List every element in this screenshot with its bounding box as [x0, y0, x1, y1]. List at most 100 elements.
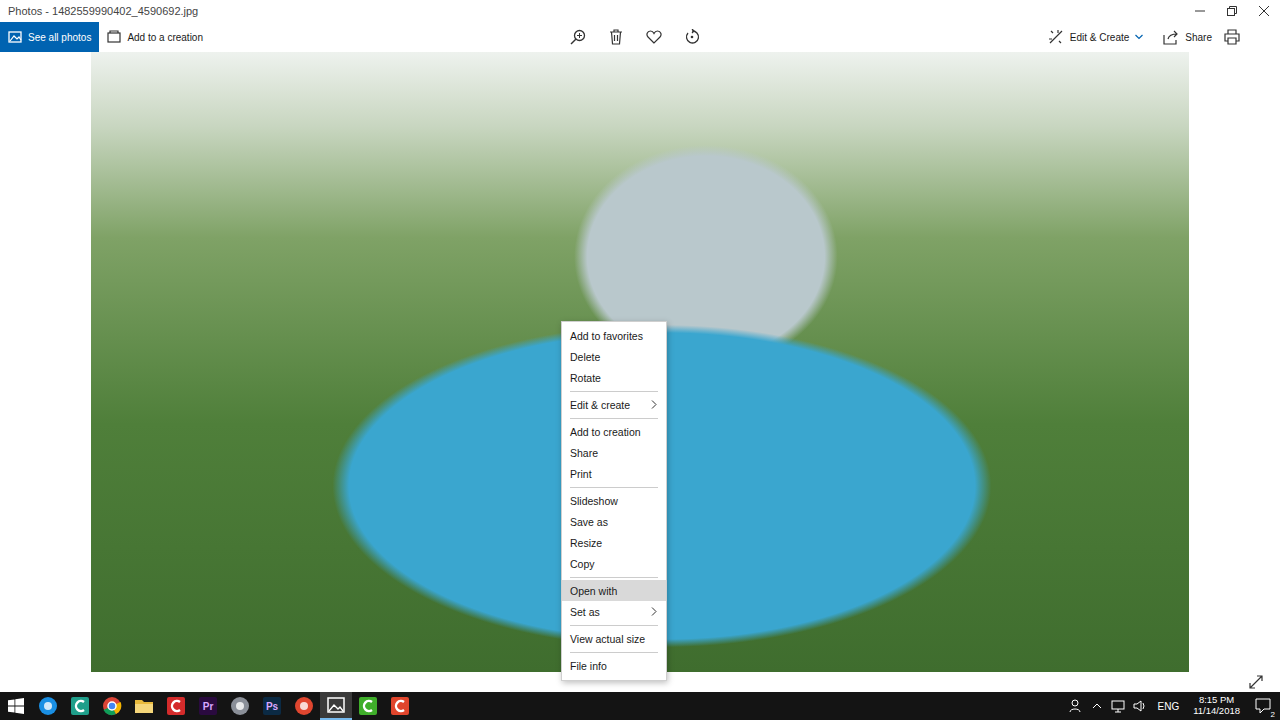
menu-item[interactable]: Delete — [562, 346, 666, 367]
print-button[interactable] — [1222, 27, 1242, 47]
taskbar-app[interactable] — [160, 692, 192, 720]
menu-item[interactable]: Print — [562, 463, 666, 484]
menu-separator — [570, 652, 658, 653]
menu-item[interactable]: Set as — [562, 601, 666, 622]
menu-item[interactable]: Add to creation — [562, 421, 666, 442]
minimize-button[interactable] — [1184, 0, 1216, 22]
menu-item-label: Save as — [570, 516, 608, 528]
menu-item[interactable]: Resize — [562, 532, 666, 553]
folder-icon — [134, 696, 154, 716]
window-title: Photos - 1482559990402_4590692.jpg — [8, 5, 198, 17]
menu-item-label: Resize — [570, 537, 602, 549]
menu-item-label: Add to favorites — [570, 330, 643, 342]
taskbar-app[interactable]: Ps — [256, 692, 288, 720]
menu-item-label: Print — [570, 468, 592, 480]
network-icon[interactable] — [1111, 699, 1125, 713]
chrome-icon — [102, 696, 122, 716]
gallery-icon — [8, 30, 22, 44]
app-icon — [166, 696, 186, 716]
menu-item-label: Set as — [570, 606, 600, 618]
menu-item[interactable]: Slideshow — [562, 490, 666, 511]
notification-count: 2 — [1270, 710, 1276, 719]
menu-separator — [570, 577, 658, 578]
title-bar: Photos - 1482559990402_4590692.jpg — [0, 0, 1280, 22]
toolbar: See all photosAdd to a creation Edit & Cr… — [0, 22, 1280, 52]
close-icon — [1259, 6, 1269, 16]
taskbar-app[interactable] — [352, 692, 384, 720]
taskbar-app[interactable] — [224, 692, 256, 720]
menu-item[interactable]: Share — [562, 442, 666, 463]
photos-window: Photos - 1482559990402_4590692.jpg See al… — [0, 0, 1280, 720]
clock[interactable]: 8:15 PM11/14/2018 — [1189, 695, 1244, 717]
menu-item[interactable]: Copy — [562, 553, 666, 574]
start-button[interactable] — [0, 692, 32, 720]
menu-separator — [570, 418, 658, 419]
menu-item-label: Share — [570, 447, 598, 459]
taskbar-app[interactable] — [64, 692, 96, 720]
zoom-button[interactable] — [568, 27, 588, 47]
toolbar-button[interactable]: Add to a creation — [99, 22, 211, 52]
menu-item[interactable]: View actual size — [562, 628, 666, 649]
rotate-button[interactable] — [682, 27, 702, 47]
taskbar-app[interactable] — [32, 692, 64, 720]
expand-icon[interactable] — [1249, 675, 1263, 689]
toolbar-button[interactable]: See all photos — [0, 22, 99, 52]
app-icon — [38, 696, 58, 716]
toolbar-button[interactable]: Edit & Create — [1038, 22, 1153, 52]
menu-item-label: Edit & create — [570, 399, 630, 411]
menu-item[interactable]: Edit & create — [562, 394, 666, 415]
menu-item-label: Add to creation — [570, 426, 641, 438]
submenu-arrow-icon — [651, 400, 657, 409]
menu-item-label: Rotate — [570, 372, 601, 384]
photos-icon — [326, 695, 346, 715]
close-button[interactable] — [1248, 0, 1280, 22]
menu-separator — [570, 487, 658, 488]
context-menu: Add to favorites Delete Rotate Edit & creat… — [561, 321, 667, 681]
menu-separator — [570, 625, 658, 626]
edit-create-icon — [1048, 29, 1064, 45]
people-icon[interactable] — [1069, 699, 1083, 713]
menu-item-label: Copy — [570, 558, 595, 570]
taskbar-app[interactable] — [384, 692, 416, 720]
menu-item[interactable]: Save as — [562, 511, 666, 532]
heart-icon — [646, 29, 662, 45]
favorite-button[interactable] — [644, 27, 664, 47]
menu-item-label: Slideshow — [570, 495, 618, 507]
toolbar-button[interactable]: Share — [1153, 22, 1222, 52]
taskbar: Pr Ps ENG 8:15 PM11/14/2018 2 — [0, 692, 1280, 720]
action-center-button[interactable]: 2 — [1252, 698, 1274, 714]
language-indicator[interactable]: ENG — [1155, 701, 1181, 712]
menu-item-label: View actual size — [570, 633, 645, 645]
restore-icon — [1227, 6, 1237, 16]
menu-item[interactable]: Open with — [562, 580, 666, 601]
menu-separator — [570, 391, 658, 392]
dropdown-icon — [1135, 34, 1143, 40]
rotate-icon — [684, 29, 700, 45]
share-icon — [1163, 29, 1179, 45]
submenu-arrow-icon — [651, 607, 657, 616]
app-icon — [294, 696, 314, 716]
taskbar-app[interactable]: Pr — [192, 692, 224, 720]
menu-item[interactable]: Add to favorites — [562, 325, 666, 346]
menu-item-label: File info — [570, 660, 607, 672]
menu-item[interactable]: File info — [562, 655, 666, 676]
menu-item-label: Open with — [570, 585, 617, 597]
volume-icon[interactable] — [1133, 699, 1147, 713]
app-icon — [358, 696, 378, 716]
app-letter-icon: Pr — [199, 697, 217, 715]
taskbar-app[interactable] — [320, 692, 352, 720]
clock-time: 8:15 PM — [1199, 695, 1234, 706]
app-icon — [230, 696, 250, 716]
windows-icon — [8, 698, 24, 714]
trash-icon — [608, 29, 624, 45]
taskbar-app[interactable] — [96, 692, 128, 720]
chevron-up-icon[interactable] — [1091, 700, 1103, 712]
app-icon — [70, 696, 90, 716]
taskbar-app[interactable] — [128, 692, 160, 720]
taskbar-app[interactable] — [288, 692, 320, 720]
print-icon — [1224, 29, 1240, 45]
restore-button[interactable] — [1216, 0, 1248, 22]
delete-button[interactable] — [606, 27, 626, 47]
menu-item[interactable]: Rotate — [562, 367, 666, 388]
clock-date: 11/14/2018 — [1193, 706, 1240, 717]
